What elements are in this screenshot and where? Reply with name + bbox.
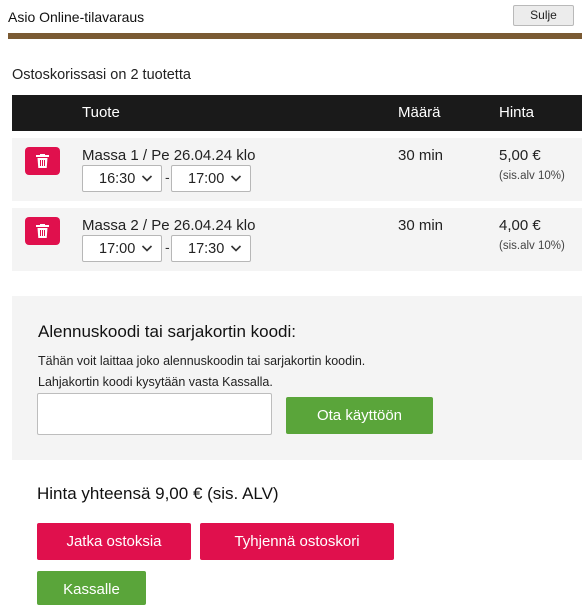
cart-table-header: Tuote Määrä Hinta <box>12 95 582 131</box>
discount-section: Alennuskoodi tai sarjakortin koodi: Tähä… <box>12 296 582 460</box>
chevron-down-icon <box>230 245 242 252</box>
discount-title: Alennuskoodi tai sarjakortin koodi: <box>38 322 296 341</box>
continue-shopping-button[interactable]: Jatka ostoksia <box>37 523 191 560</box>
start-time-select[interactable]: 17:00 <box>82 235 162 262</box>
close-button[interactable]: Sulje <box>513 5 574 26</box>
chevron-down-icon <box>141 175 153 182</box>
app-title: Asio Online-tilavaraus <box>8 9 145 25</box>
vat-note: (sis.alv 10%) <box>499 240 565 252</box>
start-time-select[interactable]: 16:30 <box>82 165 162 192</box>
title-bar: Asio Online-tilavaraus Sulje <box>0 0 582 33</box>
start-time-value: 16:30 <box>99 171 136 187</box>
product-name: Massa 1 / Pe 26.04.24 klo <box>82 147 256 164</box>
end-time-value: 17:30 <box>188 241 225 257</box>
column-price: Hinta <box>499 104 535 121</box>
cart-row: Massa 2 / Pe 26.04.24 klo 17:00 - 17:30 … <box>12 208 582 271</box>
cart-row: Massa 1 / Pe 26.04.24 klo 16:30 - 17:00 … <box>12 138 582 201</box>
header-divider <box>8 33 582 39</box>
price: 5,00 € <box>499 147 541 164</box>
end-time-select[interactable]: 17:30 <box>171 235 251 262</box>
time-separator: - <box>165 169 170 185</box>
end-time-value: 17:00 <box>188 171 225 187</box>
discount-code-input[interactable] <box>37 393 272 435</box>
apply-code-button[interactable]: Ota käyttöön <box>286 397 433 434</box>
delete-button[interactable] <box>25 147 60 175</box>
checkout-button[interactable]: Kassalle <box>37 571 146 605</box>
column-quantity: Määrä <box>398 104 441 121</box>
time-separator: - <box>165 239 170 255</box>
column-product: Tuote <box>82 104 120 121</box>
end-time-select[interactable]: 17:00 <box>171 165 251 192</box>
product-name: Massa 2 / Pe 26.04.24 klo <box>82 217 256 234</box>
cart-count: Ostoskorissasi on 2 tuotetta <box>12 67 191 83</box>
vat-note: (sis.alv 10%) <box>499 170 565 182</box>
chevron-down-icon <box>230 175 242 182</box>
delete-button[interactable] <box>25 217 60 245</box>
start-time-value: 17:00 <box>99 241 136 257</box>
quantity: 30 min <box>398 147 444 164</box>
discount-help-text: Tähän voit laittaa joko alennuskoodin ta… <box>38 354 366 368</box>
gift-card-note: Lahjakortin koodi kysytään vasta Kassall… <box>38 375 273 389</box>
quantity: 30 min <box>398 217 444 234</box>
trash-icon <box>36 154 49 168</box>
chevron-down-icon <box>141 245 153 252</box>
trash-icon <box>36 224 49 238</box>
clear-cart-button[interactable]: Tyhjennä ostoskori <box>200 523 394 560</box>
price: 4,00 € <box>499 217 541 234</box>
total-price: Hinta yhteensä 9,00 € (sis. ALV) <box>37 484 279 503</box>
